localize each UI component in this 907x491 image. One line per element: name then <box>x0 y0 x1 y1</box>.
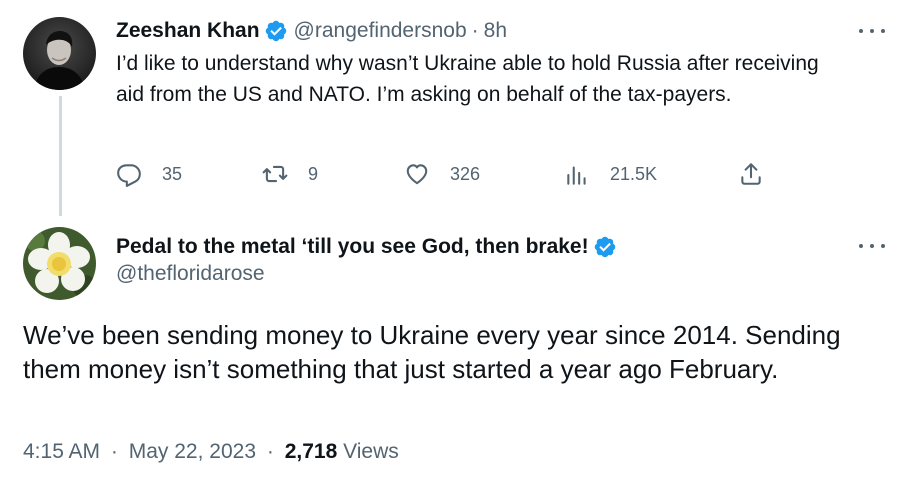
reply-author-display-name[interactable]: Pedal to the metal ‘till you see God, th… <box>116 235 589 259</box>
reply-count: 35 <box>162 163 183 184</box>
views-button[interactable]: 21.5K <box>564 158 657 190</box>
like-button[interactable]: 326 <box>404 158 480 190</box>
author-display-name[interactable]: Zeeshan Khan <box>116 19 260 43</box>
like-icon <box>406 164 428 185</box>
avatar-thefloridarose[interactable] <box>23 227 96 300</box>
meta-separator: · <box>266 440 274 463</box>
reply-button[interactable]: 35 <box>116 158 182 190</box>
share-button[interactable] <box>738 158 764 190</box>
verified-badge-icon <box>593 235 617 259</box>
views-total: 2,718 <box>284 440 338 463</box>
tweet-date[interactable]: May 22, 2023 <box>129 440 256 463</box>
parent-tweet-header: Zeeshan Khan @rangefindersnob · 8h <box>116 17 507 45</box>
reply-icon <box>117 164 141 187</box>
reply-tweet-header: Pedal to the metal ‘till you see God, th… <box>116 232 623 262</box>
tweet-meta: 4:15 AM · May 22, 2023 · 2,718 Views <box>23 440 399 464</box>
verified-badge-icon <box>264 19 288 43</box>
more-options-icon[interactable] <box>859 238 885 254</box>
header-separator: · <box>471 19 479 42</box>
retweet-button[interactable]: 9 <box>262 158 318 190</box>
views-icon <box>567 166 586 185</box>
tweet-time-ago[interactable]: 8h <box>484 19 507 43</box>
author-handle[interactable]: @rangefindersnob <box>294 19 467 43</box>
share-icon <box>741 163 761 185</box>
retweet-icon <box>262 165 288 183</box>
parent-tweet-text: I’d like to understand why wasn’t Ukrain… <box>116 52 819 106</box>
thread-connector-line <box>59 96 62 216</box>
retweet-count: 9 <box>308 163 319 184</box>
reply-tweet-text: We’ve been sending money to Ukraine ever… <box>23 320 841 384</box>
meta-separator: · <box>110 440 118 463</box>
like-count: 326 <box>450 163 481 184</box>
more-options-icon[interactable] <box>859 23 885 39</box>
tweet-action-bar: 35 9 326 21.5K <box>116 158 776 190</box>
views-label: Views <box>343 440 399 463</box>
reply-author-handle[interactable]: @thefloridarose <box>116 262 265 286</box>
avatar-zeeshan-khan[interactable] <box>23 17 96 90</box>
views-count: 21.5K <box>610 163 658 184</box>
tweet-thread: Zeeshan Khan @rangefindersnob · 8h I’d l… <box>0 0 907 491</box>
tweet-time[interactable]: 4:15 AM <box>23 440 100 463</box>
